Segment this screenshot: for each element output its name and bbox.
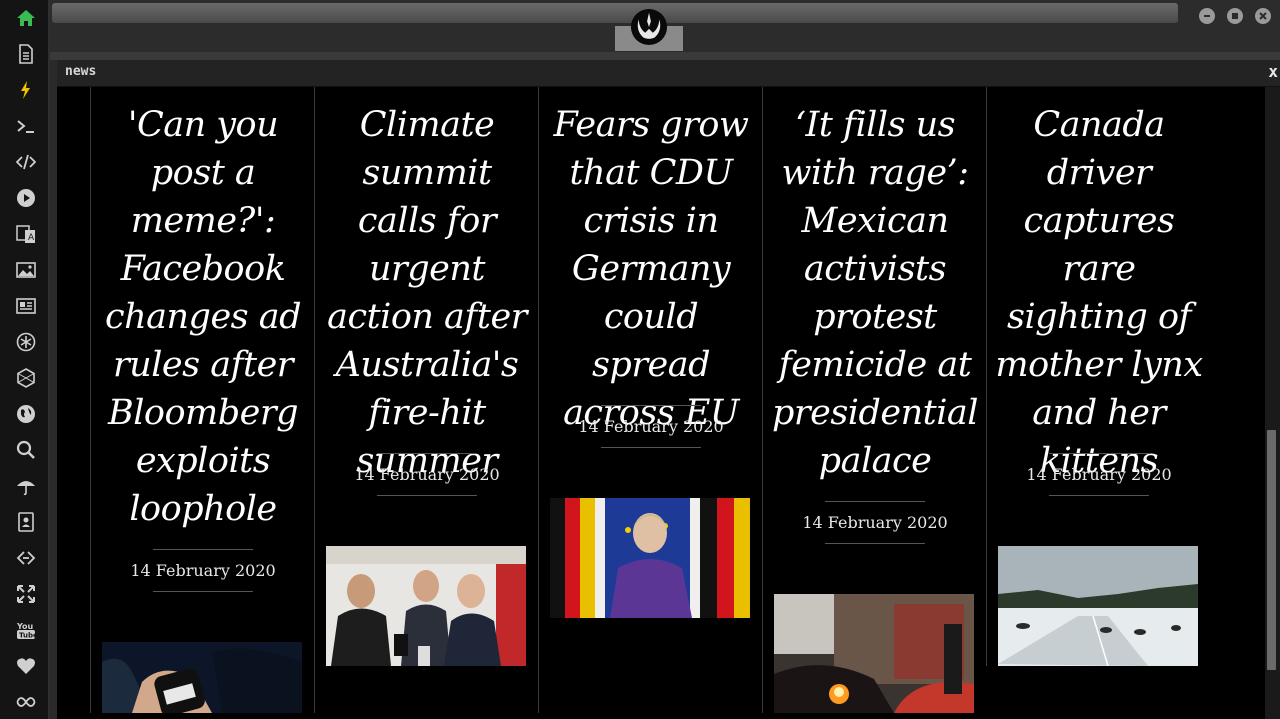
play-icon[interactable] (14, 186, 38, 210)
umbrella-icon[interactable] (14, 474, 38, 498)
article-thumbnail[interactable] (326, 546, 526, 666)
hexagon-icon[interactable] (14, 366, 38, 390)
toolbar-divider (50, 52, 1280, 60)
svg-text:A: A (28, 233, 35, 243)
article-date: 14 February 2020 (130, 561, 276, 580)
svg-text:Tube: Tube (19, 632, 36, 640)
link-icon[interactable] (14, 546, 38, 570)
article-date: 14 February 2020 (802, 513, 948, 532)
document-icon[interactable] (14, 42, 38, 66)
youtube-icon[interactable]: You Tube (14, 618, 38, 642)
news-card[interactable]: Climate summit calls for urgent action a… (314, 87, 538, 713)
article-date-block: 14 February 2020 (802, 501, 948, 545)
scrollbar-thumb[interactable] (1267, 430, 1276, 670)
minimize-button[interactable] (1199, 8, 1215, 24)
expand-icon[interactable] (14, 582, 38, 606)
image-icon[interactable] (14, 258, 38, 282)
article-date-block: 14 February 2020 (578, 405, 724, 449)
home-icon[interactable] (14, 6, 38, 30)
top-bar (50, 0, 1280, 54)
translate-icon[interactable]: A (14, 222, 38, 246)
code-icon[interactable] (14, 150, 38, 174)
search-icon[interactable] (14, 438, 38, 462)
news-icon[interactable] (14, 294, 38, 318)
heart-icon[interactable] (14, 654, 38, 678)
article-thumbnail[interactable] (998, 546, 1198, 666)
rebel-alliance-icon (630, 8, 668, 46)
terminal-icon[interactable] (14, 114, 38, 138)
article-thumbnail[interactable] (550, 498, 750, 618)
contacts-icon[interactable] (14, 510, 38, 534)
asterisk-icon[interactable] (14, 330, 38, 354)
globe-icon[interactable] (14, 402, 38, 426)
article-headline[interactable]: 'Can you post a meme?': Facebook changes… (99, 101, 307, 533)
maximize-button[interactable] (1227, 8, 1243, 24)
svg-text:You: You (16, 622, 34, 631)
news-feed: 'Can you post a meme?': Facebook changes… (57, 87, 1265, 713)
article-headline[interactable]: Fears grow that CDU crisis in Germany co… (547, 101, 755, 437)
close-button[interactable]: x (1268, 62, 1278, 81)
sidebar: A You Tube (0, 0, 50, 719)
article-headline[interactable]: ‘It fills us with rage’: Mexican activis… (771, 101, 979, 485)
article-headline[interactable]: Climate summit calls for urgent action a… (323, 101, 531, 485)
infinity-icon[interactable] (14, 690, 38, 714)
window-title-bar: news x (57, 60, 1280, 87)
article-date-block: 14 February 2020 (354, 453, 500, 497)
news-card[interactable]: ‘It fills us with rage’: Mexican activis… (762, 87, 986, 713)
article-date-block: 14 February 2020 (130, 549, 276, 593)
news-card[interactable]: 'Can you post a meme?': Facebook changes… (90, 87, 314, 713)
article-thumbnail[interactable] (102, 642, 302, 713)
article-thumbnail[interactable] (774, 594, 974, 713)
news-card[interactable]: Canada driver captures rare sighting of … (986, 87, 1210, 666)
window-title: news (65, 64, 97, 79)
article-date: 14 February 2020 (1026, 465, 1172, 484)
logo (615, 8, 683, 51)
close-window-button[interactable] (1255, 8, 1271, 24)
lightning-icon[interactable] (14, 78, 38, 102)
news-window: news x 'Can you post a meme?': Facebook … (57, 60, 1280, 719)
scrollbar[interactable] (1265, 87, 1280, 719)
article-date: 14 February 2020 (578, 417, 724, 436)
article-date-block: 14 February 2020 (1026, 453, 1172, 497)
news-card[interactable]: Fears grow that CDU crisis in Germany co… (538, 87, 762, 713)
article-date: 14 February 2020 (354, 465, 500, 484)
article-headline[interactable]: Canada driver captures rare sighting of … (995, 101, 1203, 485)
